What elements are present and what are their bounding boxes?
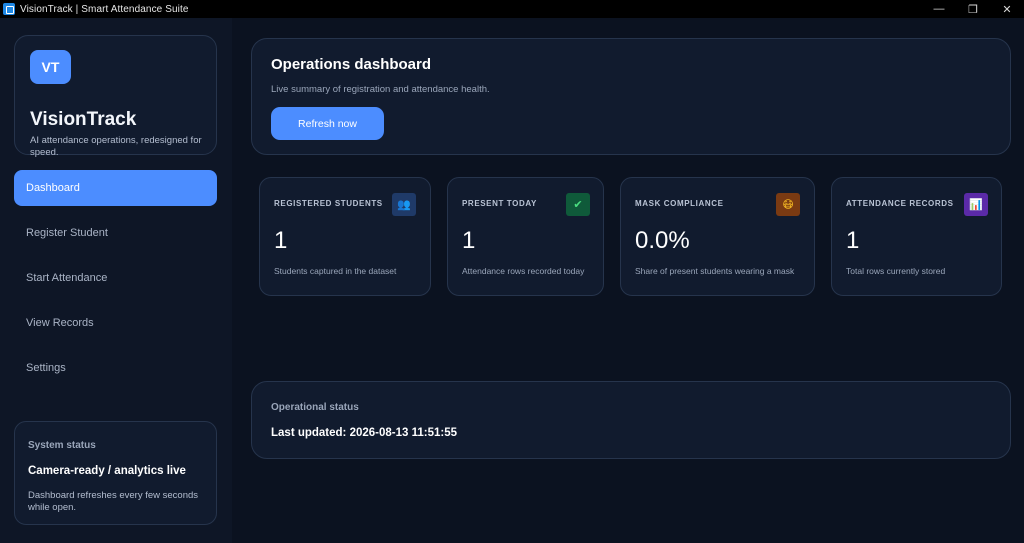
sidebar-item-register-student[interactable]: Register Student bbox=[14, 215, 217, 251]
dashboard-header-card: Operations dashboard Live summary of reg… bbox=[251, 38, 1011, 155]
refresh-button[interactable]: Refresh now bbox=[271, 107, 384, 140]
stat-card-present-today: PRESENT TODAY ✔ 1 Attendance rows record… bbox=[447, 177, 604, 296]
mask-face-icon: 😷 bbox=[776, 193, 800, 216]
page-title: Operations dashboard bbox=[271, 56, 432, 73]
system-status-label: System status bbox=[28, 440, 96, 451]
restore-icon[interactable]: ❐ bbox=[956, 0, 990, 18]
window-controls: — ❐ ✕ bbox=[922, 0, 1024, 18]
stat-description: Share of present students wearing a mask bbox=[635, 266, 795, 276]
close-icon[interactable]: ✕ bbox=[990, 0, 1024, 18]
stat-label: PRESENT TODAY bbox=[462, 199, 537, 208]
stat-value: 1 bbox=[846, 227, 860, 254]
brand-logo: VT bbox=[30, 50, 71, 84]
stat-card-attendance-records: ATTENDANCE RECORDS 📊 1 Total rows curren… bbox=[831, 177, 1002, 296]
stat-value: 1 bbox=[274, 227, 288, 254]
stat-label: MASK COMPLIANCE bbox=[635, 199, 724, 208]
users-icon: 👥 bbox=[392, 193, 416, 216]
stat-description: Total rows currently stored bbox=[846, 266, 946, 276]
minimize-icon[interactable]: — bbox=[922, 0, 956, 18]
sidebar-item-view-records[interactable]: View Records bbox=[14, 305, 217, 341]
last-updated-text: Last updated: 2026-08-13 11:51:55 bbox=[271, 427, 458, 439]
sidebar-nav: Dashboard Register Student Start Attenda… bbox=[14, 170, 217, 395]
stat-description: Attendance rows recorded today bbox=[462, 266, 585, 276]
sidebar: VT VisionTrack AI attendance operations,… bbox=[0, 18, 232, 543]
stat-value: 0.0% bbox=[635, 227, 690, 254]
window-title: VisionTrack | Smart Attendance Suite bbox=[20, 3, 189, 15]
stat-value: 1 bbox=[462, 227, 476, 254]
stat-label: REGISTERED STUDENTS bbox=[274, 199, 383, 208]
operational-status-card: Operational status Last updated: 2026-08… bbox=[251, 381, 1011, 459]
stat-card-mask-compliance: MASK COMPLIANCE 😷 0.0% Share of present … bbox=[620, 177, 815, 296]
page-subtitle: Live summary of registration and attenda… bbox=[271, 84, 490, 95]
bar-chart-icon: 📊 bbox=[964, 193, 988, 216]
system-status-card: System status Camera-ready / analytics l… bbox=[14, 421, 217, 525]
check-icon: ✔ bbox=[566, 193, 590, 216]
brand-tagline: AI attendance operations, redesigned for… bbox=[30, 135, 202, 158]
stat-card-registered-students: REGISTERED STUDENTS 👥 1 Students capture… bbox=[259, 177, 431, 296]
brand-name: VisionTrack bbox=[30, 109, 137, 130]
sidebar-item-settings[interactable]: Settings bbox=[14, 350, 217, 386]
system-status-value: Camera-ready / analytics live bbox=[28, 465, 186, 477]
sidebar-item-dashboard[interactable]: Dashboard bbox=[14, 170, 217, 206]
operational-status-label: Operational status bbox=[271, 402, 359, 413]
stat-label: ATTENDANCE RECORDS bbox=[846, 199, 954, 208]
app-icon bbox=[3, 3, 15, 15]
window-titlebar: VisionTrack | Smart Attendance Suite — ❐… bbox=[0, 0, 1024, 18]
stat-description: Students captured in the dataset bbox=[274, 266, 397, 276]
system-status-description: Dashboard refreshes every few seconds wh… bbox=[28, 490, 199, 513]
brand-card: VT VisionTrack AI attendance operations,… bbox=[14, 35, 217, 158]
sidebar-item-start-attendance[interactable]: Start Attendance bbox=[14, 260, 217, 296]
